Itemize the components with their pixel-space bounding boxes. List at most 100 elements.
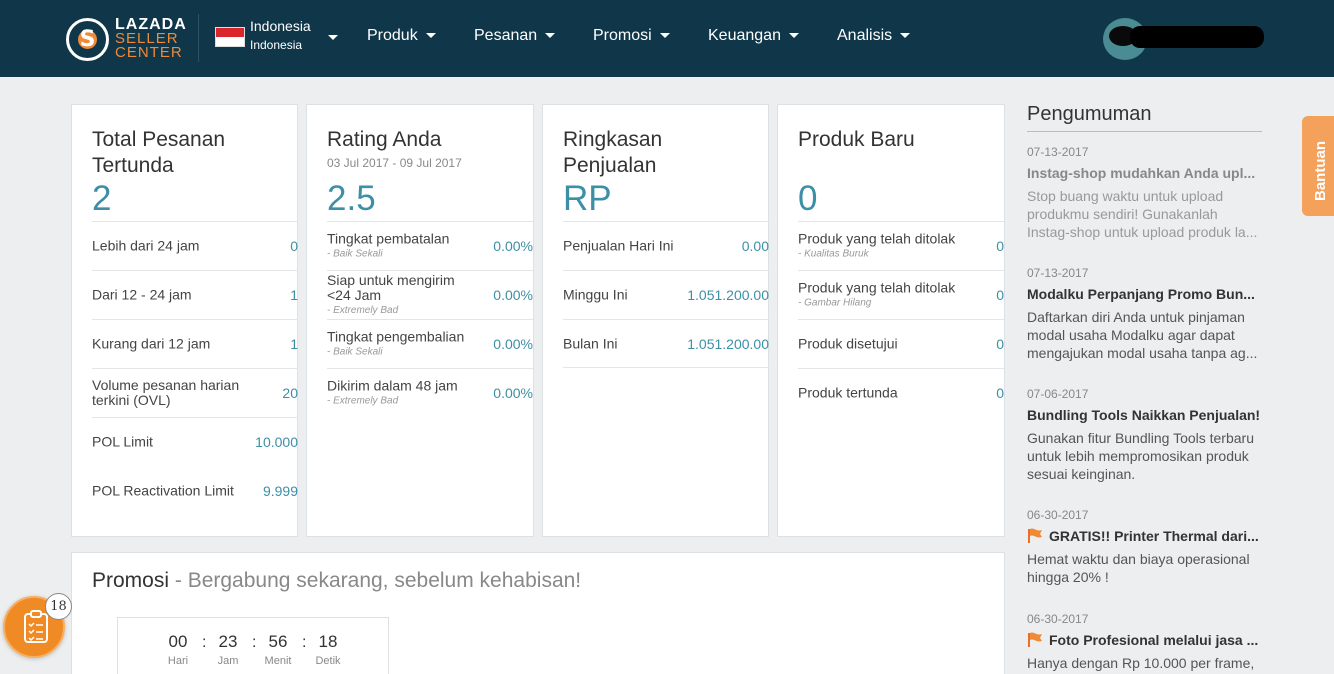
nav-label: Analisis [837, 27, 893, 44]
nav-produk[interactable]: Produk [367, 27, 436, 45]
announcement-body: Daftarkan diri Anda untuk pinjaman modal… [1027, 309, 1258, 361]
row-value: 1.051.200.00 [687, 335, 769, 352]
flag-icon [1028, 528, 1042, 543]
nav-promosi[interactable]: Promosi [593, 27, 670, 45]
announcement-item[interactable]: 07-13-2017 Modalku Perpanjang Promo Bun.… [1027, 266, 1262, 362]
list-item[interactable]: Dikirim dalam 48 jam - Extremely Bad 0.00% [327, 368, 533, 417]
list-item[interactable]: Lebih dari 24 jam 0 [92, 221, 298, 270]
flag-icon [1028, 632, 1042, 647]
nav-keuangan[interactable]: Keuangan [708, 27, 799, 45]
nav-pesanan[interactable]: Pesanan [474, 27, 556, 45]
list-item[interactable]: Dari 12 - 24 jam 1 [92, 270, 298, 319]
pending-orders-list: Lebih dari 24 jam 0 Dari 12 - 24 jam 1 Kur… [92, 221, 298, 515]
chevron-down-icon [425, 33, 436, 39]
announcement-item[interactable]: 06-30-2017 Foto Profesional melalui jasa… [1027, 612, 1262, 672]
list-item[interactable]: Produk yang telah ditolak - Gambar Hilang… [798, 270, 1004, 319]
list-item[interactable]: Minggu Ini 1.051.200.00 [563, 270, 769, 319]
row-label: Produk yang telah ditolak - Kualitas Buru… [798, 230, 973, 261]
announcement-body: Gunakan fitur Bundling Tools terbaru unt… [1027, 430, 1254, 482]
top-navigation-bar: S LAZADA SELLER CENTER Indonesia Indones… [0, 0, 1334, 77]
chevron-down-icon [328, 35, 338, 40]
nav-label: Produk [367, 27, 418, 44]
list-item[interactable]: POL Reactivation Limit 9.999 [92, 466, 298, 515]
rating-score: 2.5 [327, 179, 376, 218]
announcement-headline: GRATIS!! Printer Thermal dari... [1049, 528, 1259, 544]
announcement-body: Hanya dengan Rp 10.000 per frame, [1027, 655, 1255, 671]
redacted-username[interactable] [1130, 26, 1264, 48]
row-value: 0 [996, 336, 1004, 352]
list-item[interactable]: Produk disetujui 0 [798, 319, 1004, 368]
announcement-date: 06-30-2017 [1027, 612, 1089, 626]
list-item[interactable]: Tingkat pengembalian - Baik Sekali 0.00% [327, 319, 533, 368]
list-item[interactable]: Produk tertunda 0 [798, 368, 1004, 417]
announcement-date: 07-13-2017 [1027, 266, 1089, 280]
countdown-value: 23 [218, 632, 238, 651]
announcement-headline[interactable]: Instag-shop mudahkan Anda upl... [1027, 165, 1262, 181]
list-item[interactable]: Volume pesanan harian terkini (OVL) 20 [92, 368, 298, 417]
list-item[interactable]: Bulan Ini 1.051.200.00 [563, 319, 769, 368]
list-item[interactable]: Siap untuk mengirim <24 Jam - Extremely B… [327, 270, 533, 319]
list-item[interactable]: Penjualan Hari Ini 0.00 [563, 221, 769, 270]
promo-countdown-timer: 00 Hari : 23 Jam : 56 Menit : 18 Detik [117, 617, 389, 674]
nav-label: Pesanan [474, 27, 538, 44]
sales-summary-card: Ringkasan Penjualan RP Penjualan Hari In… [542, 104, 769, 537]
sales-currency: RP [563, 179, 612, 218]
list-item[interactable]: Produk yang telah ditolak - Kualitas Buru… [798, 221, 1004, 270]
announcement-item[interactable]: 07-06-2017 Bundling Tools Naikkan Penjua… [1027, 387, 1262, 483]
chevron-down-icon [788, 33, 799, 39]
announcement-date: 07-13-2017 [1027, 145, 1089, 159]
logo-line-3: CENTER [115, 44, 183, 61]
promo-title: Promosi [92, 569, 170, 592]
row-value: 20 [282, 385, 298, 401]
announcement-item[interactable]: 07-13-2017 Instag-shop mudahkan Anda upl… [1027, 145, 1262, 241]
announcement-item[interactable]: 06-30-2017 GRATIS!! Printer Thermal dari… [1027, 508, 1262, 604]
list-item[interactable]: Kurang dari 12 jam 1 [92, 319, 298, 368]
new-products-list: Produk yang telah ditolak - Kualitas Buru… [798, 221, 1004, 417]
row-label: Produk tertunda [798, 384, 898, 401]
metric-note: - Extremely Bad [327, 305, 399, 316]
new-products-total[interactable]: 0 [798, 179, 817, 219]
row-value: 1 [290, 287, 298, 303]
row-value: 0.00% [493, 385, 533, 401]
countdown-label: Detik [315, 655, 341, 667]
announcement-headline[interactable]: Modalku Perpanjang Promo Bun... [1027, 286, 1262, 302]
row-label: Kurang dari 12 jam [92, 335, 211, 352]
logo-icon: S [66, 17, 109, 61]
countdown-days: 00 Hari [153, 632, 203, 667]
card-title: Rating Anda [327, 128, 442, 151]
announcement-body: Stop buang waktu untuk upload produkmu s… [1027, 188, 1258, 240]
help-tab[interactable]: Bantuan [1302, 116, 1334, 216]
sales-summary-list: Penjualan Hari Ini 0.00 Minggu Ini 1.051.2… [563, 221, 769, 368]
announcement-headline-row[interactable]: Foto Profesional melalui jasa ... [1027, 632, 1262, 648]
rating-metrics-list: Tingkat pembatalan - Baik Sekali 0.00% Sia… [327, 221, 533, 417]
row-label: Lebih dari 24 jam [92, 237, 200, 254]
chevron-down-icon [659, 33, 670, 39]
announcement-headline[interactable]: Bundling Tools Naikkan Penjualan! [1027, 407, 1262, 423]
row-value: 0 [290, 238, 298, 254]
announcement-headline-row[interactable]: GRATIS!! Printer Thermal dari... [1027, 528, 1262, 544]
nav-analisis[interactable]: Analisis [837, 27, 911, 45]
row-value: 0 [996, 385, 1004, 401]
announcements-divider [1027, 131, 1262, 132]
row-value: 1.051.200.00 [687, 287, 769, 303]
announcement-date: 07-06-2017 [1027, 387, 1089, 401]
row-value: 10.000 [255, 434, 298, 450]
nav-label: Keuangan [708, 27, 781, 44]
countdown-label: Menit [264, 655, 292, 667]
list-item[interactable]: POL Limit 10.000 [92, 417, 298, 466]
logo-text: LAZADA SELLER CENTER [115, 17, 187, 61]
new-products-card: Produk Baru 0 Produk yang telah ditolak -… [777, 104, 1005, 537]
lazada-seller-center-logo[interactable]: S LAZADA SELLER CENTER [66, 16, 187, 62]
pending-orders-card: Total Pesanan Tertunda 2 Lebih dari 24 j… [71, 104, 298, 537]
promo-heading: Promosi - Bergabung sekarang, sebelum ke… [92, 569, 581, 593]
countdown-label: Hari [167, 655, 189, 667]
indonesia-flag-icon [215, 27, 245, 47]
product-status-note: - Kualitas Buruk [798, 248, 869, 260]
pending-orders-total[interactable]: 2 [92, 179, 111, 219]
metric-note: - Extremely Bad [327, 395, 399, 407]
product-status: Produk yang telah ditolak [798, 230, 956, 247]
row-label: POL Limit [92, 433, 153, 450]
row-value: 0.00% [493, 287, 533, 303]
promo-subtitle: - Bergabung sekarang, sebelum kehabisan! [174, 569, 582, 592]
list-item[interactable]: Tingkat pembatalan - Baik Sekali 0.00% [327, 221, 533, 270]
